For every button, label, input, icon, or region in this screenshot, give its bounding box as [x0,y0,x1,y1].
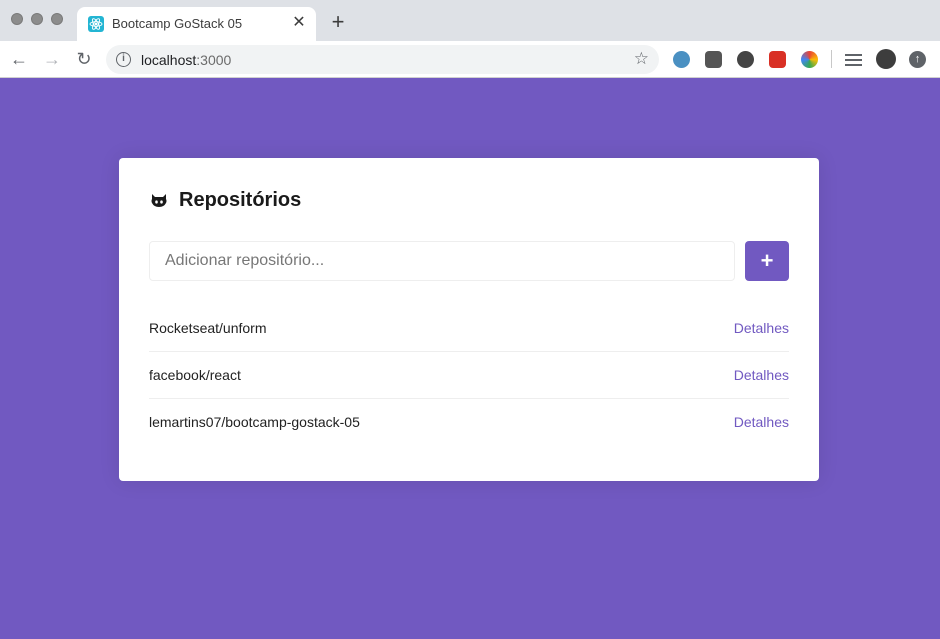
repository-name: facebook/react [149,367,241,383]
url-port: :3000 [196,52,232,68]
update-icon[interactable]: ↑ [909,51,926,68]
page-title: Repositórios [179,188,302,211]
extension-icon[interactable] [737,51,754,68]
browser-titlebar: Bootcamp GoStack 05 ✕ + [0,0,940,41]
add-repository-button[interactable]: + [745,241,789,281]
url-host: localhost [141,52,197,68]
github-icon [151,194,167,207]
forward-arrow-icon[interactable]: → [42,49,62,69]
url-text[interactable]: localhost:3000 [141,52,231,68]
reload-icon[interactable]: ↻ [74,49,94,69]
minimize-window-button[interactable] [31,13,43,25]
extension-icon[interactable] [673,51,690,68]
browser-toolbar: ← → ↻ i localhost:3000 ☆ ↑ [0,41,940,78]
card-header: Repositórios [149,188,789,212]
new-tab-button[interactable]: + [328,11,348,33]
extension-icon[interactable] [801,51,818,68]
tab-title: Bootcamp GoStack 05 [112,16,243,31]
repository-name: lemartins07/bootcamp-gostack-05 [149,414,360,430]
repositories-card: Repositórios + Rocketseat/unform Detalhe… [119,158,819,481]
details-link[interactable]: Detalhes [734,414,789,430]
back-arrow-icon[interactable]: ← [9,49,29,69]
browser-tab[interactable]: Bootcamp GoStack 05 ✕ [77,7,316,41]
info-icon[interactable]: i [116,52,131,67]
close-icon[interactable]: ✕ [291,15,307,31]
repository-name: Rocketseat/unform [149,319,267,336]
add-repository-form: + [149,241,789,281]
details-link[interactable]: Detalhes [734,367,789,383]
details-link[interactable]: Detalhes [734,320,789,336]
extension-icon[interactable] [705,51,722,68]
list-item: Rocketseat/unform Detalhes [149,304,789,351]
repository-input[interactable] [149,241,735,281]
profile-avatar[interactable] [876,49,896,69]
address-bar[interactable]: i localhost:3000 ☆ [106,45,659,74]
list-item: lemartins07/bootcamp-gostack-05 Detalhes [149,398,789,445]
list-item: facebook/react Detalhes [149,351,789,398]
toolbar-divider [831,50,832,68]
close-window-button[interactable] [11,13,23,25]
media-control-icon[interactable] [845,51,862,68]
repository-list: Rocketseat/unform Detalhes facebook/reac… [149,304,789,445]
maximize-window-button[interactable] [51,13,63,25]
react-icon [88,16,104,32]
extension-icon[interactable] [769,51,786,68]
bookmark-star-icon[interactable]: ☆ [634,49,649,69]
